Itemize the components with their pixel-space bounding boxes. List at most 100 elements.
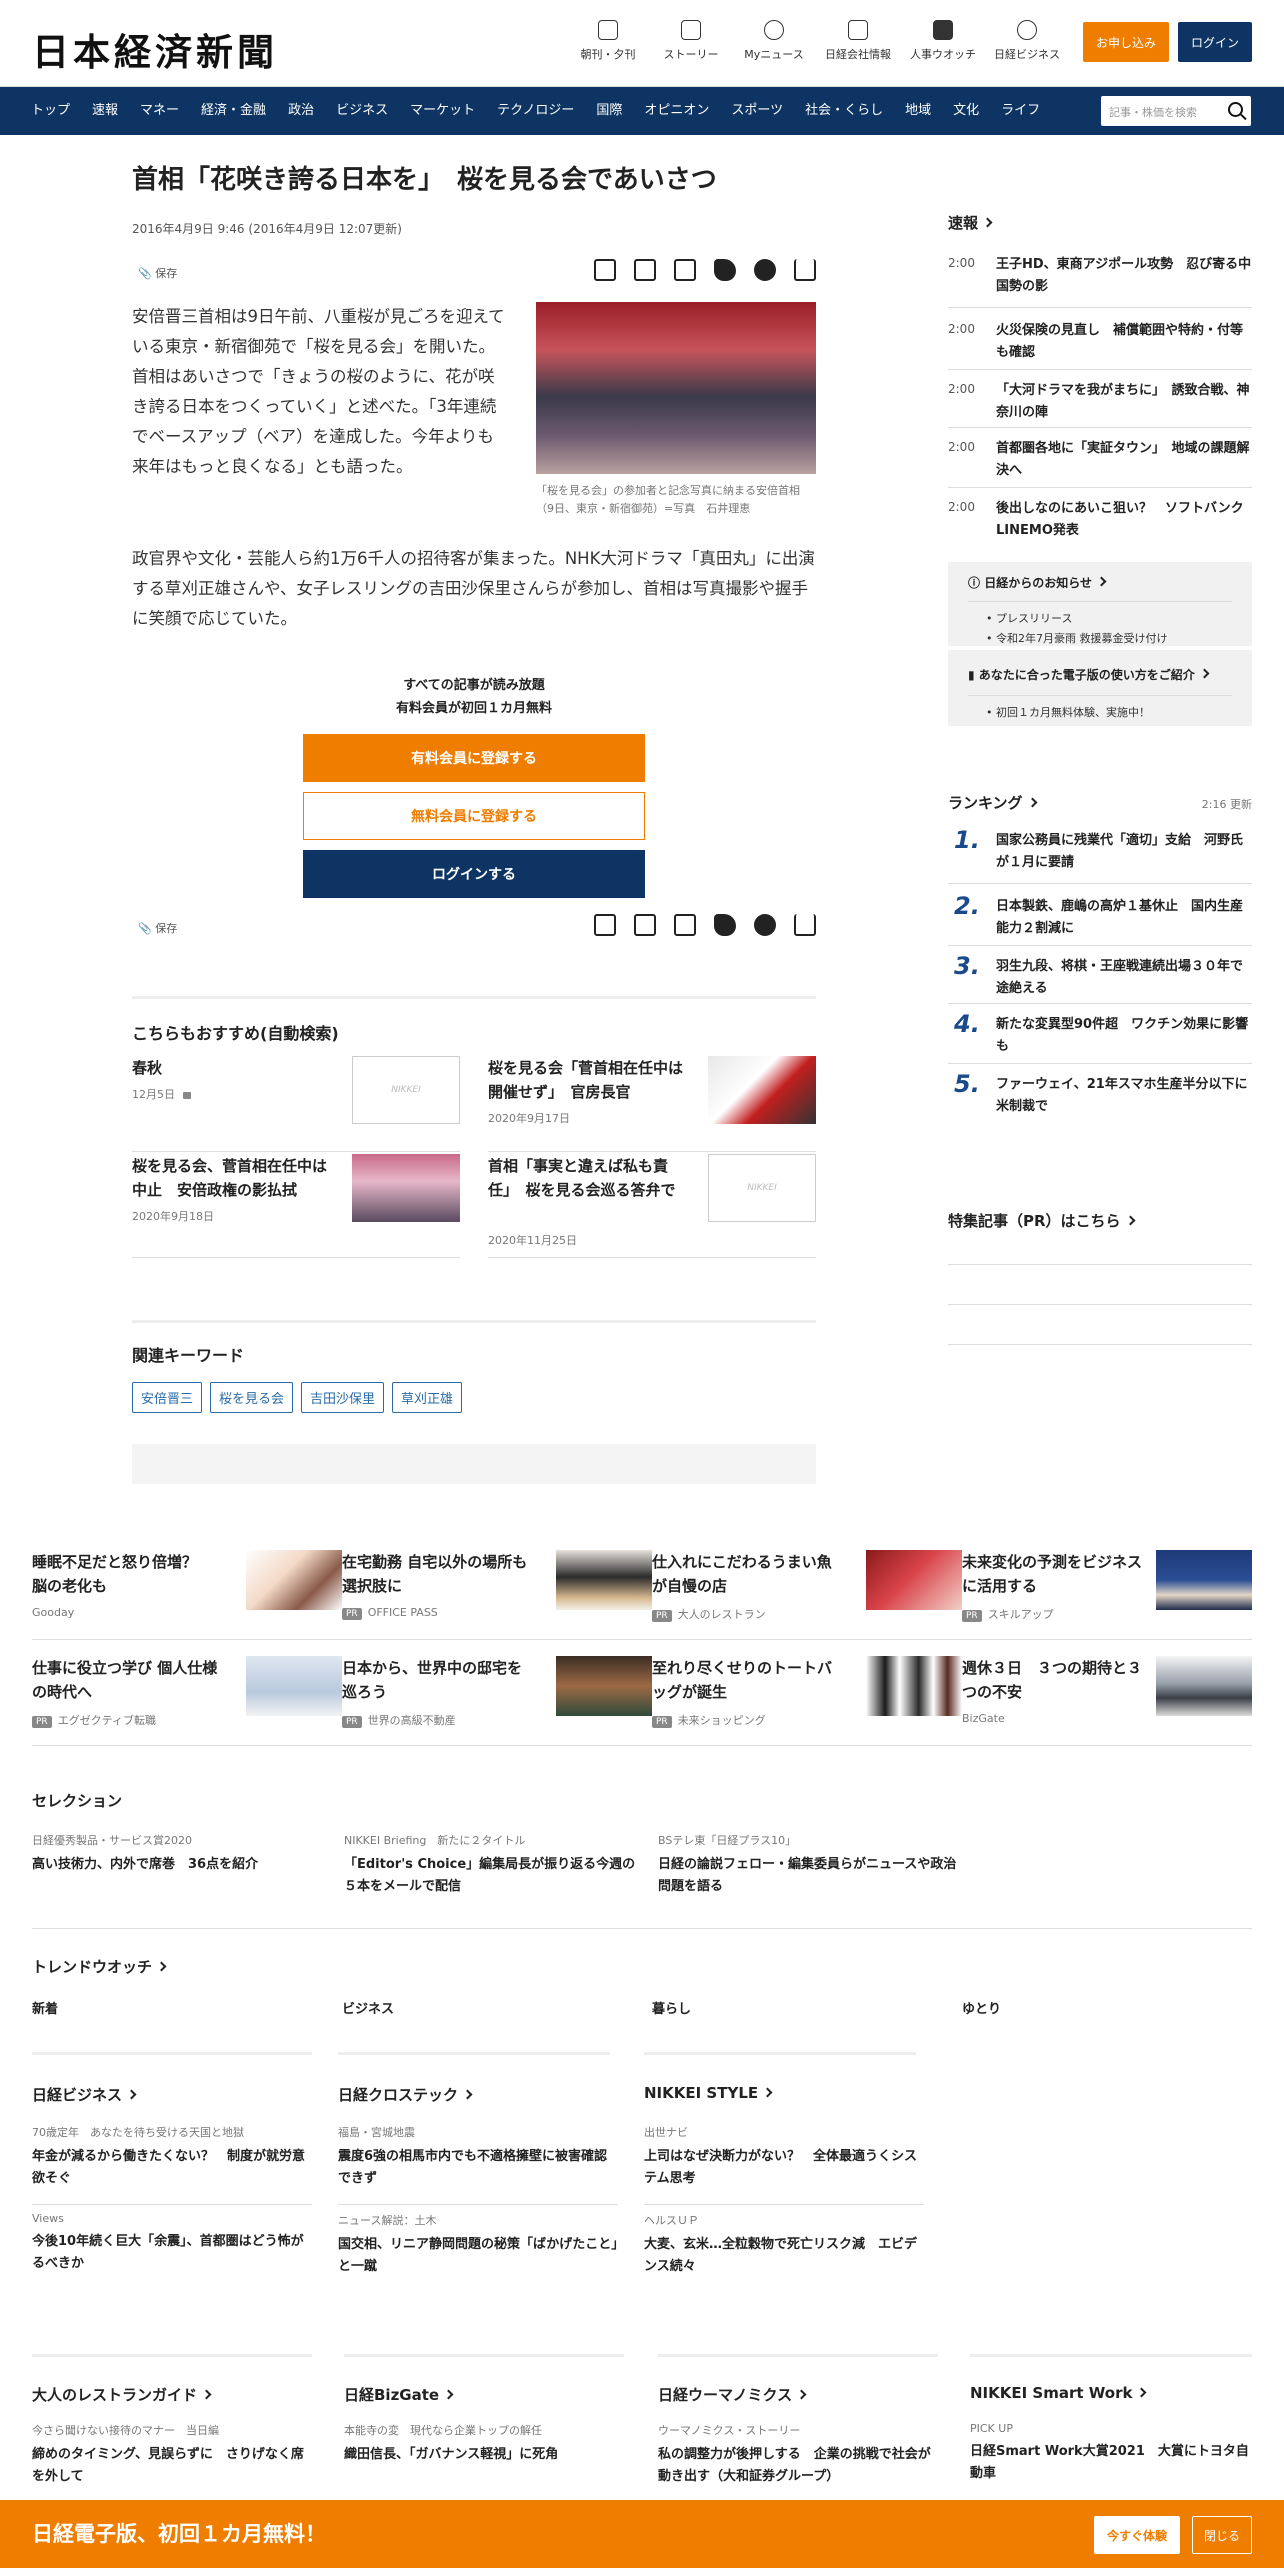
print-icon[interactable]	[594, 259, 616, 281]
trend-category[interactable]: 新着	[32, 1998, 58, 2017]
feature-card[interactable]: 仕入れにこだわるうまい魚が自慢の店 PR 大人のレストラン	[652, 1550, 962, 1640]
trend-category[interactable]: 暮らし	[652, 1998, 691, 2017]
feature-card[interactable]: 未来変化の予測をビジネスに活用する PR スキルアップ	[962, 1550, 1252, 1640]
recommend-item[interactable]: 首相「事実と違えば私も責任」 桜を見る会巡る答弁で 2020年11月25日 NI…	[488, 1154, 816, 1258]
group-item[interactable]: PICK UP 日経Smart Work大賞2021 大賞にトヨタ自動車	[970, 2422, 1250, 2485]
bookmark-icon[interactable]	[674, 914, 696, 936]
group-item[interactable]: ヘルスＵＰ 大麦、玄米…全粒穀物で死亡リスク減 エビデンス続々	[644, 2212, 924, 2278]
ranking-item[interactable]: 4. 新たな変異型90件超 ワクチン効果に影響も	[948, 1004, 1252, 1064]
group-heading[interactable]: 日経ビジネス	[32, 2084, 137, 2105]
facebook-icon[interactable]	[754, 259, 776, 281]
nav-item[interactable]: 政治	[277, 87, 325, 135]
mail-icon[interactable]	[634, 259, 656, 281]
ranking-item[interactable]: 3. 羽生九段、将棋・王座戦連続出場３０年で途絶える	[948, 946, 1252, 1004]
print-icon[interactable]	[594, 914, 616, 936]
nav-item[interactable]: 経済・金融	[190, 87, 277, 135]
selection-item[interactable]: 日経優秀製品・サービス賞2020 高い技術力、内外で席巻 36点を紹介	[32, 1832, 332, 1876]
nav-item[interactable]: 地域	[894, 87, 942, 135]
ranking-item[interactable]: 1. 国家公務員に残業代「適切」支給 河野氏が１月に要請	[948, 826, 1252, 884]
group-item[interactable]: 福島・宮城地震 震度6強の相馬市内でも不適格擁壁に被害確認できず	[338, 2124, 618, 2205]
group-item[interactable]: ニュース解説：土木 国交相、リニア静岡問題の秘策「ばかげたこと」と一蹴	[338, 2212, 618, 2278]
util-mynews[interactable]: Myニュース	[734, 20, 814, 62]
notice-link[interactable]: • 令和2年7月豪雨 救援募金受け付け	[948, 626, 1252, 646]
mail-icon[interactable]	[634, 914, 656, 936]
keyword-tag[interactable]: 吉田沙保里	[301, 1382, 385, 1413]
pr-heading[interactable]: 特集記事（PR）はこちら	[948, 1210, 1135, 1231]
register-free-button[interactable]: 無料会員に登録する	[303, 792, 645, 840]
group-heading[interactable]: NIKKEI Smart Work	[970, 2384, 1147, 2402]
group-item[interactable]: ウーマノミクス・ストーリー 私の調整力が後押しする 企業の挑戦で社会が動き出す（…	[658, 2422, 938, 2488]
breaking-item[interactable]: 2:00 「大河ドラマを我がまちに」 誘致合戦、神奈川の陣	[948, 370, 1252, 428]
share-icon[interactable]	[794, 914, 816, 936]
nav-item[interactable]: 文化	[942, 87, 990, 135]
search-input[interactable]: 記事・株価を検索	[1101, 96, 1251, 126]
breaking-heading[interactable]: 速報	[948, 212, 993, 233]
facebook-icon[interactable]	[754, 914, 776, 936]
paywall-login-button[interactable]: ログインする	[303, 850, 645, 898]
nav-item[interactable]: マネー	[129, 87, 190, 135]
keyword-tag[interactable]: 桜を見る会	[210, 1382, 294, 1413]
nav-item[interactable]: マーケット	[399, 87, 486, 135]
feature-card[interactable]: 睡眠不足だと怒り倍増？ 脳の老化も Gooday	[32, 1550, 342, 1640]
share-icon[interactable]	[794, 259, 816, 281]
group-heading[interactable]: 日経ウーマノミクス	[658, 2384, 807, 2405]
feature-card[interactable]: 日本から、世界中の邸宅を巡ろう PR 世界の高級不動産	[342, 1656, 652, 1746]
group-item[interactable]: Views 今後10年続く巨大「余震」、首都圏はどう怖がるべきか	[32, 2212, 312, 2275]
feature-card[interactable]: 在宅勤務 自宅以外の場所も選択肢に PR OFFICE PASS	[342, 1550, 652, 1640]
breaking-item[interactable]: 2:00 首都圏各地に「実証タウン」 地域の課題解決へ	[948, 428, 1252, 488]
trend-category[interactable]: ゆとり	[962, 1998, 1001, 2017]
ranking-item[interactable]: 2. 日本製鉄、鹿嶋の高炉１基休止 国内生産能力２割減に	[948, 886, 1252, 946]
nav-item[interactable]: スポーツ	[720, 87, 794, 135]
subscribe-button[interactable]: お申し込み	[1083, 22, 1169, 62]
trend-heading[interactable]: トレンドウオッチ	[32, 1956, 167, 1977]
nikkei-logo[interactable]: 日本経済新聞	[32, 22, 278, 76]
article-photo[interactable]	[536, 302, 816, 474]
keyword-tag[interactable]: 草刈正雄	[392, 1382, 463, 1413]
search-icon[interactable]	[1228, 102, 1243, 117]
feature-card[interactable]: 週休３日 ３つの期待と３つの不安 BizGate	[962, 1656, 1252, 1746]
util-nikkei-business[interactable]: 日経ビジネス	[987, 20, 1067, 62]
close-button[interactable]: 閉じる	[1192, 2516, 1252, 2554]
bookmark-icon[interactable]	[674, 259, 696, 281]
notice-link[interactable]: • プレスリリース	[948, 602, 1252, 626]
breaking-item[interactable]: 2:00 後出しなのにあいこ狙い？ ソフトバンクLINEMO発表	[948, 488, 1252, 546]
notice-heading[interactable]: ⓘ 日経からのお知らせ	[948, 562, 1252, 591]
ranking-item[interactable]: 5. ファーウェイ、21年スマホ生産半分以下に 米制裁で	[948, 1064, 1260, 1122]
recommend-item[interactable]: 桜を見る会、菅首相在任中は中止 安倍政権の影払拭 2020年9月18日	[132, 1154, 460, 1258]
notice-heading[interactable]: ▮ あなたに合った電子版の使い方をご紹介	[948, 650, 1252, 683]
util-company-info[interactable]: 日経会社情報	[818, 20, 898, 62]
nav-item[interactable]: 国際	[585, 87, 633, 135]
register-paid-button[interactable]: 有料会員に登録する	[303, 734, 645, 782]
recommend-item[interactable]: 春秋 12月5日 NIKKEI	[132, 1056, 460, 1152]
nav-item[interactable]: ライフ	[990, 87, 1051, 135]
notice-link[interactable]: • 初回１カ月無料体験、実施中！	[948, 696, 1252, 720]
nav-item[interactable]: 社会・くらし	[794, 87, 894, 135]
nav-item[interactable]: 速報	[81, 87, 129, 135]
twitter-icon[interactable]	[714, 914, 736, 936]
try-now-button[interactable]: 今すぐ体験	[1094, 2516, 1180, 2554]
group-heading[interactable]: 日経BizGate	[344, 2384, 454, 2405]
keyword-tag[interactable]: 安倍晋三	[132, 1382, 203, 1413]
feature-card[interactable]: 仕事に役立つ学び 個人仕様の時代へ PR エグゼクティブ転職	[32, 1656, 342, 1746]
feature-card[interactable]: 至れり尽くせりのトートバッグが誕生 PR 未来ショッピング	[652, 1656, 962, 1746]
trend-category[interactable]: ビジネス	[342, 1998, 394, 2017]
nav-item[interactable]: トップ	[20, 87, 81, 135]
save-button[interactable]: 📎 保存	[138, 265, 177, 281]
group-item[interactable]: 今さら聞けない接待のマナー 当日編 締めのタイミング、見誤らずに さりげなく席を…	[32, 2422, 312, 2488]
selection-item[interactable]: BSテレ東「日経プラス10」 日経の論説フェロー・編集委員らがニュースや政治問題…	[658, 1832, 958, 1898]
save-button[interactable]: 📎 保存	[138, 920, 177, 936]
breaking-item[interactable]: 2:00 火災保険の見直し 補償範囲や特約・付等も確認	[948, 310, 1252, 370]
group-heading[interactable]: 日経クロステック	[338, 2084, 473, 2105]
ranking-heading[interactable]: ランキング	[948, 792, 1038, 813]
group-item[interactable]: 本能寺の変 現代なら企業トップの解任 織田信長、「ガバナンス軽視」に死角	[344, 2422, 624, 2466]
group-heading[interactable]: NIKKEI STYLE	[644, 2084, 773, 2102]
group-item[interactable]: 70歳定年 あなたを待ち受ける天国と地獄 年金が減るから働きたくない？ 制度が就…	[32, 2124, 312, 2205]
nav-item[interactable]: テクノロジー	[486, 87, 585, 135]
breaking-item[interactable]: 2:00 王子HD、東商アジポール攻勢 忍び寄る中国勢の影	[948, 252, 1252, 308]
group-item[interactable]: 出世ナビ 上司はなぜ決断力がない？ 全体最適うくシステム思考	[644, 2124, 924, 2205]
nav-item[interactable]: ビジネス	[325, 87, 399, 135]
selection-item[interactable]: NIKKEI Briefing 新たに２タイトル 「Editor's Choic…	[344, 1832, 644, 1898]
group-heading[interactable]: 大人のレストランガイド	[32, 2384, 212, 2405]
util-morning-evening[interactable]: 朝刊・夕刊	[568, 20, 648, 62]
util-story[interactable]: ストーリー	[651, 20, 731, 62]
